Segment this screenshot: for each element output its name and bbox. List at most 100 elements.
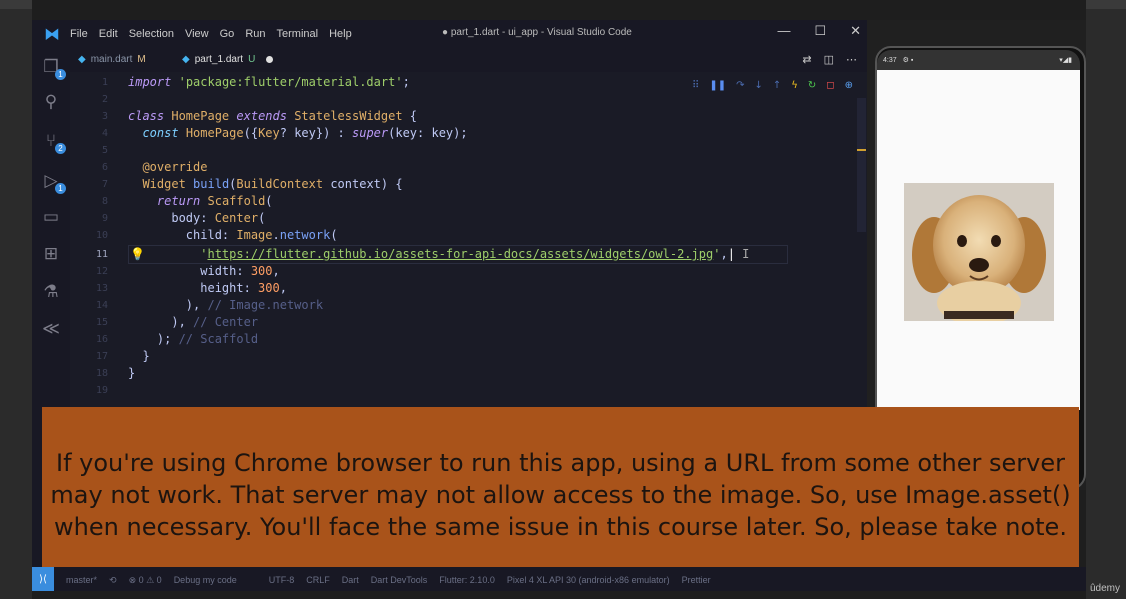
- more-actions-icon[interactable]: ⋯: [846, 53, 857, 66]
- line-number: 17: [95, 351, 108, 362]
- compare-icon[interactable]: ⇄: [802, 53, 811, 66]
- line-number: 14: [95, 300, 108, 311]
- menu-selection[interactable]: Selection: [129, 28, 174, 40]
- code-line: Widget build(BuildContext context) {: [142, 177, 403, 191]
- split-editor-icon[interactable]: ◫: [824, 53, 834, 66]
- line-number: 7: [101, 179, 108, 190]
- device-selector[interactable]: Pixel 4 XL API 30 (android-x86 emulator): [507, 575, 670, 586]
- minimap-change-marker: [857, 149, 866, 151]
- line-number: 18: [95, 368, 108, 379]
- restart-icon[interactable]: ↻: [808, 80, 816, 91]
- minimize-button[interactable]: —: [777, 23, 790, 39]
- code-line: child: Image.network(: [128, 228, 338, 242]
- minimap[interactable]: [857, 98, 866, 232]
- line-number: 2: [101, 94, 108, 105]
- tab-main-dart[interactable]: ◆ main.dart M: [78, 54, 146, 65]
- line-number: 19: [95, 385, 108, 396]
- menu-bar: File Edit Selection View Go Run Terminal…: [70, 28, 352, 40]
- line-number: 5: [101, 145, 108, 156]
- code-line: import 'package:flutter/material.dart';: [128, 75, 410, 89]
- step-out-icon[interactable]: ↑: [773, 80, 781, 91]
- url-string[interactable]: https://flutter.github.io/assets-for-api…: [207, 247, 713, 261]
- phone-status-bar: 4:37 ⚙ ▪ ▾◢▮: [877, 50, 1080, 70]
- extensions-icon[interactable]: ⊞: [41, 244, 61, 264]
- stop-icon[interactable]: ◻: [826, 80, 834, 91]
- run-debug-badge: 1: [55, 183, 66, 194]
- close-button[interactable]: ✕: [850, 23, 861, 39]
- line-number: 12: [95, 266, 108, 277]
- menu-help[interactable]: Help: [329, 28, 352, 40]
- signal-battery-icon: ▾◢▮: [1059, 57, 1072, 64]
- menu-go[interactable]: Go: [220, 28, 235, 40]
- files-icon[interactable]: ❐ 1: [41, 57, 66, 80]
- status-items: master* ⟲ ⊗ 0 ⚠ 0 Debug my code UTF-8 CR…: [66, 575, 711, 586]
- code-line: ); // Scaffold: [128, 332, 259, 346]
- line-number: 8: [101, 196, 108, 207]
- sync-icon[interactable]: ⟲: [109, 575, 117, 586]
- menu-terminal[interactable]: Terminal: [277, 28, 319, 40]
- git-branch[interactable]: master*: [66, 575, 97, 586]
- run-debug-icon[interactable]: ▷ 1: [41, 171, 66, 194]
- status-bar: ⟩⟨ master* ⟲ ⊗ 0 ⚠ 0 Debug my code UTF-8…: [32, 567, 1086, 591]
- flutter-icon[interactable]: ≪: [41, 319, 61, 339]
- source-control-icon[interactable]: ⑂ 2: [41, 131, 66, 154]
- flutter-version[interactable]: Flutter: 2.10.0: [439, 575, 495, 586]
- remote-explorer-icon[interactable]: ▭: [41, 207, 61, 227]
- language-mode[interactable]: Dart: [342, 575, 359, 586]
- code-line: @override: [142, 160, 208, 174]
- code-line: const HomePage({Key? key}) : super(key: …: [142, 126, 468, 140]
- caption-text: If you're using Chrome browser to run th…: [50, 449, 1071, 541]
- code-line: ), // Center: [128, 315, 259, 329]
- width-value: 300: [250, 264, 273, 278]
- tab-status: M: [137, 54, 146, 65]
- code-line: body: Center(: [128, 211, 266, 225]
- line-number: 15: [95, 317, 108, 328]
- remote-indicator-icon[interactable]: ⟩⟨: [32, 567, 54, 591]
- tab-part-1-dart[interactable]: ◆ part_1.dart U: [182, 54, 274, 65]
- debug-config[interactable]: Debug my code: [174, 575, 237, 586]
- unsaved-dot-icon[interactable]: [266, 56, 274, 63]
- testing-icon[interactable]: ⚗: [41, 282, 61, 302]
- files-badge: 1: [55, 69, 66, 80]
- line-ending[interactable]: CRLF: [306, 575, 330, 586]
- line-number: 6: [101, 162, 108, 173]
- tab-status: U: [248, 54, 256, 65]
- line-number: 1: [101, 77, 108, 88]
- hot-reload-icon[interactable]: ϟ: [791, 80, 798, 91]
- code-line: }: [128, 349, 150, 363]
- code-line: 'https://flutter.github.io/assets-for-ap…: [200, 247, 750, 261]
- editor-actions: ⇄ ◫ ⋯: [802, 53, 857, 66]
- prettier-status[interactable]: Prettier: [682, 575, 711, 586]
- encoding[interactable]: UTF-8: [269, 575, 295, 586]
- code-line: ), // Image.network: [128, 298, 324, 312]
- code-line: height: 300,: [128, 281, 287, 295]
- maximize-button[interactable]: ☐: [814, 23, 826, 39]
- tab-label: main.dart: [90, 54, 133, 65]
- menu-view[interactable]: View: [185, 28, 209, 40]
- menu-edit[interactable]: Edit: [99, 28, 118, 40]
- dart-file-icon: ◆: [182, 54, 190, 65]
- code-line: }: [128, 366, 136, 380]
- udemy-watermark: ûdemy: [1089, 583, 1120, 594]
- problems-count[interactable]: ⊗ 0 ⚠ 0: [129, 575, 162, 586]
- tab-label: part_1.dart: [194, 54, 244, 65]
- line-number: 13: [95, 283, 108, 294]
- line-number: 3: [101, 111, 108, 122]
- menu-file[interactable]: File: [70, 28, 88, 40]
- menu-run[interactable]: Run: [245, 28, 265, 40]
- inspect-icon[interactable]: ⊕: [845, 80, 853, 91]
- line-number: 4: [101, 128, 108, 139]
- caption-overlay: If you're using Chrome browser to run th…: [42, 407, 1079, 577]
- app-screen[interactable]: [877, 70, 1080, 410]
- dart-devtools[interactable]: Dart DevTools: [371, 575, 428, 586]
- puppy-image: [904, 183, 1054, 321]
- window-title: ● part_1.dart - ui_app - Visual Studio C…: [442, 27, 632, 38]
- code-line: width: 300,: [128, 264, 280, 278]
- line-number: 16: [95, 334, 108, 345]
- title-bar: ⧓ File Edit Selection View Go Run Termin…: [32, 20, 867, 47]
- phone-time: 4:37: [883, 56, 897, 64]
- line-number: 9: [101, 213, 108, 224]
- window-controls: — ☐ ✕: [777, 23, 861, 39]
- search-icon[interactable]: ⚲: [41, 92, 61, 112]
- vscode-logo-icon: ⧓: [44, 25, 60, 43]
